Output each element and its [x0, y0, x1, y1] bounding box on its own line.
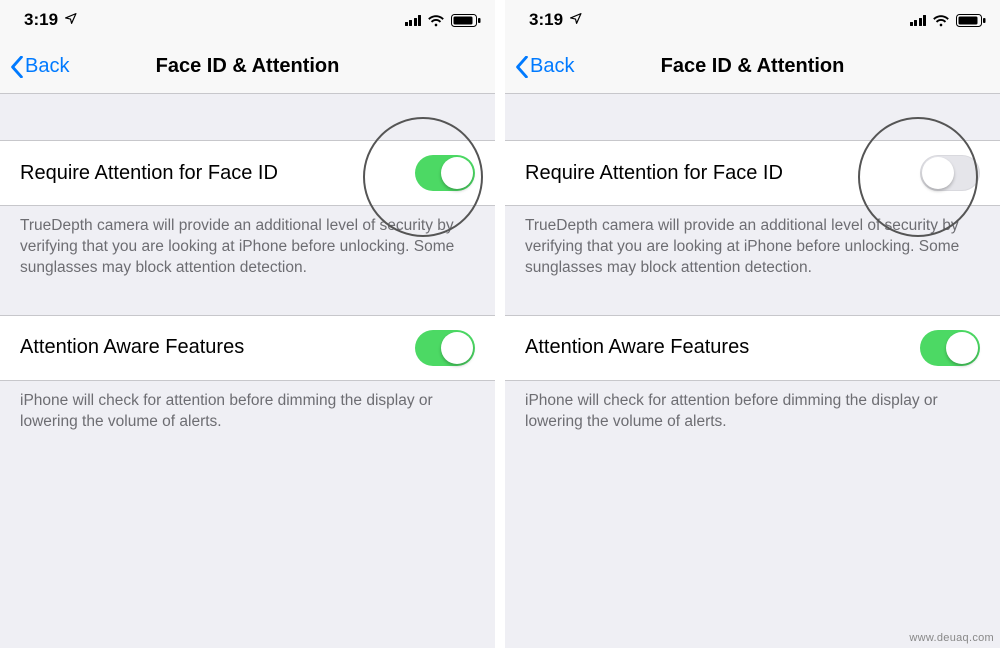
row-attention-aware: Attention Aware Features: [505, 315, 1000, 381]
attention-aware-footer: iPhone will check for attention before d…: [0, 381, 495, 451]
cellular-icon: [910, 15, 927, 26]
require-attention-label: Require Attention for Face ID: [525, 162, 783, 185]
require-attention-toggle[interactable]: [415, 155, 475, 191]
attention-aware-toggle[interactable]: [415, 330, 475, 366]
cellular-icon: [405, 15, 422, 26]
wifi-icon: [427, 14, 445, 27]
wifi-icon: [932, 14, 950, 27]
page-title: Face ID & Attention: [661, 55, 845, 78]
attention-aware-label: Attention Aware Features: [525, 336, 749, 359]
back-label: Back: [530, 55, 574, 78]
attention-aware-label: Attention Aware Features: [20, 336, 244, 359]
back-label: Back: [25, 55, 69, 78]
battery-icon: [956, 14, 986, 27]
back-button[interactable]: Back: [515, 55, 574, 78]
battery-icon: [451, 14, 481, 27]
back-button[interactable]: Back: [10, 55, 69, 78]
attention-aware-toggle[interactable]: [920, 330, 980, 366]
require-attention-footer: TrueDepth camera will provide an additio…: [0, 206, 495, 297]
page-title: Face ID & Attention: [156, 55, 340, 78]
location-icon: [64, 12, 77, 28]
row-attention-aware: Attention Aware Features: [0, 315, 495, 381]
nav-bar: Back Face ID & Attention: [505, 40, 1000, 94]
location-icon: [569, 12, 582, 28]
require-attention-toggle[interactable]: [920, 155, 980, 191]
watermark: www.deuaq.com: [909, 632, 994, 644]
row-require-attention: Require Attention for Face ID: [505, 140, 1000, 206]
chevron-left-icon: [515, 56, 529, 78]
require-attention-label: Require Attention for Face ID: [20, 162, 278, 185]
screenshot-divider: [495, 0, 505, 648]
status-bar: 3:19: [0, 0, 495, 40]
attention-aware-footer: iPhone will check for attention before d…: [505, 381, 1000, 451]
status-time: 3:19: [529, 10, 563, 30]
nav-bar: Back Face ID & Attention: [0, 40, 495, 94]
status-bar: 3:19: [505, 0, 1000, 40]
screenshot-right: 3:19 Back Face ID & Attention Require At…: [505, 0, 1000, 648]
screenshot-left: 3:19 Back Face ID & Attention Require At…: [0, 0, 495, 648]
status-time: 3:19: [24, 10, 58, 30]
row-require-attention: Require Attention for Face ID: [0, 140, 495, 206]
chevron-left-icon: [10, 56, 24, 78]
require-attention-footer: TrueDepth camera will provide an additio…: [505, 206, 1000, 297]
